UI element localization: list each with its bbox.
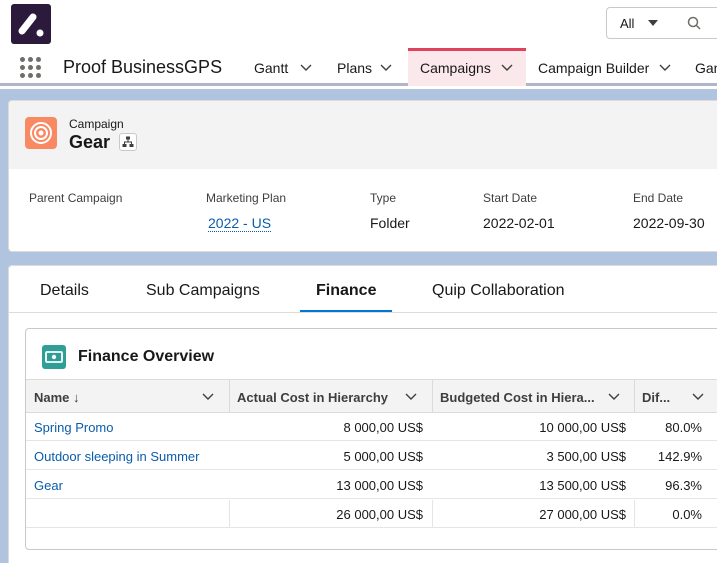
field-type: Type Folder: [370, 191, 410, 231]
difference-cell: 96.3%: [665, 478, 702, 493]
column-header-name[interactable]: Name ↓: [26, 380, 229, 412]
budgeted-cost-cell: 13 500,00 US$: [539, 478, 626, 493]
active-tab-indicator: [300, 310, 392, 312]
field-value: 2022-02-01: [483, 215, 555, 231]
campaign-name-link[interactable]: Gear: [34, 478, 63, 493]
field-label: Parent Campaign: [29, 191, 123, 205]
field-start-date: Start Date 2022-02-01: [483, 191, 555, 231]
nav-tab-label: Campaigns: [420, 60, 491, 76]
field-value: 2022-09-30: [633, 215, 705, 231]
field-value: Folder: [370, 215, 410, 231]
field-label: End Date: [633, 191, 684, 205]
app-name: Proof BusinessGPS: [63, 57, 223, 77]
app-launcher-icon[interactable]: [20, 57, 42, 79]
global-header: All: [0, 0, 717, 48]
field-parent-campaign: Parent Campaign: [29, 191, 122, 205]
column-header-difference[interactable]: Dif...: [634, 380, 717, 412]
field-label: Marketing Plan: [206, 191, 287, 205]
record-entity-label: Campaign: [69, 117, 124, 131]
tabs-divider: [9, 312, 717, 313]
actual-cost-cell: 5 000,00 US$: [343, 449, 423, 464]
campaign-name-link[interactable]: Spring Promo: [34, 420, 113, 435]
table-row: Spring Promo 8 000,00 US$ 10 000,00 US$ …: [26, 413, 717, 441]
chevron-down-icon[interactable]: [659, 61, 671, 73]
table-row: Outdoor sleeping in Summer 5 000,00 US$ …: [26, 442, 717, 470]
budgeted-cost-cell: 10 000,00 US$: [539, 420, 626, 435]
search-scope-dropdown[interactable]: All: [606, 7, 670, 39]
record-header: [9, 101, 717, 169]
app-logo-icon[interactable]: [11, 4, 51, 44]
money-icon: [42, 345, 66, 369]
table-row: Gear 13 000,00 US$ 13 500,00 US$ 96.3%: [26, 471, 717, 499]
column-header-budgeted-cost[interactable]: Budgeted Cost in Hiera...: [432, 380, 634, 412]
tab-finance[interactable]: Finance: [316, 282, 376, 300]
budgeted-cost-total: 27 000,00 US$: [539, 507, 626, 522]
actual-cost-total: 26 000,00 US$: [336, 507, 423, 522]
column-header-actual-cost[interactable]: Actual Cost in Hierarchy: [229, 380, 432, 412]
chevron-down-icon[interactable]: [380, 61, 392, 73]
finance-overview-card: Finance Overview Name ↓ Actual Cost in H…: [25, 328, 717, 550]
campaign-name-link[interactable]: Outdoor sleeping in Summer: [34, 449, 199, 464]
field-label: Type: [370, 191, 397, 205]
chevron-down-icon: [648, 20, 658, 26]
difference-total: 0.0%: [672, 507, 702, 522]
nav-tab-plans[interactable]: Plans: [325, 48, 407, 86]
chevron-down-icon[interactable]: [501, 61, 513, 73]
app-navigation-bar: Proof BusinessGPS Gantt Plans Campaigns …: [0, 48, 717, 86]
campaign-target-icon: [25, 117, 57, 149]
chevron-down-icon[interactable]: [300, 61, 312, 73]
chevron-down-icon[interactable]: [405, 390, 417, 402]
record-title: Gear: [69, 132, 111, 152]
difference-cell: 80.0%: [665, 420, 702, 435]
nav-tab-gantt-overflow[interactable]: Gan: [684, 48, 717, 86]
budgeted-cost-cell: 3 500,00 US$: [546, 449, 626, 464]
difference-cell: 142.9%: [657, 449, 702, 464]
finance-overview-title: Finance Overview: [78, 348, 215, 365]
column-label: Actual Cost in Hierarchy: [237, 390, 388, 405]
table-header: Name ↓ Actual Cost in Hierarchy Budgeted…: [26, 379, 717, 413]
actual-cost-cell: 13 000,00 US$: [336, 478, 423, 493]
column-label: Dif...: [642, 390, 671, 405]
nav-tab-campaign-builder[interactable]: Campaign Builder: [526, 48, 684, 86]
search-scope-label: All: [620, 16, 635, 31]
nav-tab-campaigns[interactable]: Campaigns: [408, 48, 526, 86]
field-label: Start Date: [483, 191, 538, 205]
chevron-down-icon[interactable]: [202, 390, 214, 402]
tab-quip-collaboration[interactable]: Quip Collaboration: [432, 282, 565, 300]
table-total-row: 26 000,00 US$ 27 000,00 US$ 0.0%: [26, 500, 717, 528]
chevron-down-icon[interactable]: [608, 390, 620, 402]
field-end-date: End Date 2022-09-30: [633, 191, 705, 231]
chevron-down-icon[interactable]: [692, 390, 704, 402]
search-icon: [687, 16, 701, 30]
search-input[interactable]: [669, 7, 717, 39]
nav-tab-gantt[interactable]: Gantt: [242, 48, 320, 86]
tab-sub-campaigns[interactable]: Sub Campaigns: [146, 282, 260, 300]
nav-tab-label: Gantt: [254, 60, 289, 76]
marketing-plan-link[interactable]: 2022 - US: [208, 215, 272, 232]
field-marketing-plan: Marketing Plan 2022 - US: [206, 191, 287, 232]
hierarchy-icon: [122, 136, 134, 147]
nav-tab-label: Gan: [695, 60, 717, 76]
record-highlights-panel: Campaign Gear Parent Campaign Marketing …: [8, 100, 717, 252]
tab-details[interactable]: Details: [40, 282, 89, 300]
actual-cost-cell: 8 000,00 US$: [343, 420, 423, 435]
record-tabs-panel: Details Sub Campaigns Finance Quip Colla…: [8, 265, 717, 563]
nav-tab-label: Plans: [337, 60, 373, 76]
nav-tab-label: Campaign Builder: [538, 60, 650, 76]
view-hierarchy-button[interactable]: [119, 133, 137, 151]
column-label: Budgeted Cost in Hiera...: [440, 390, 595, 405]
column-label: Name ↓: [34, 390, 80, 405]
